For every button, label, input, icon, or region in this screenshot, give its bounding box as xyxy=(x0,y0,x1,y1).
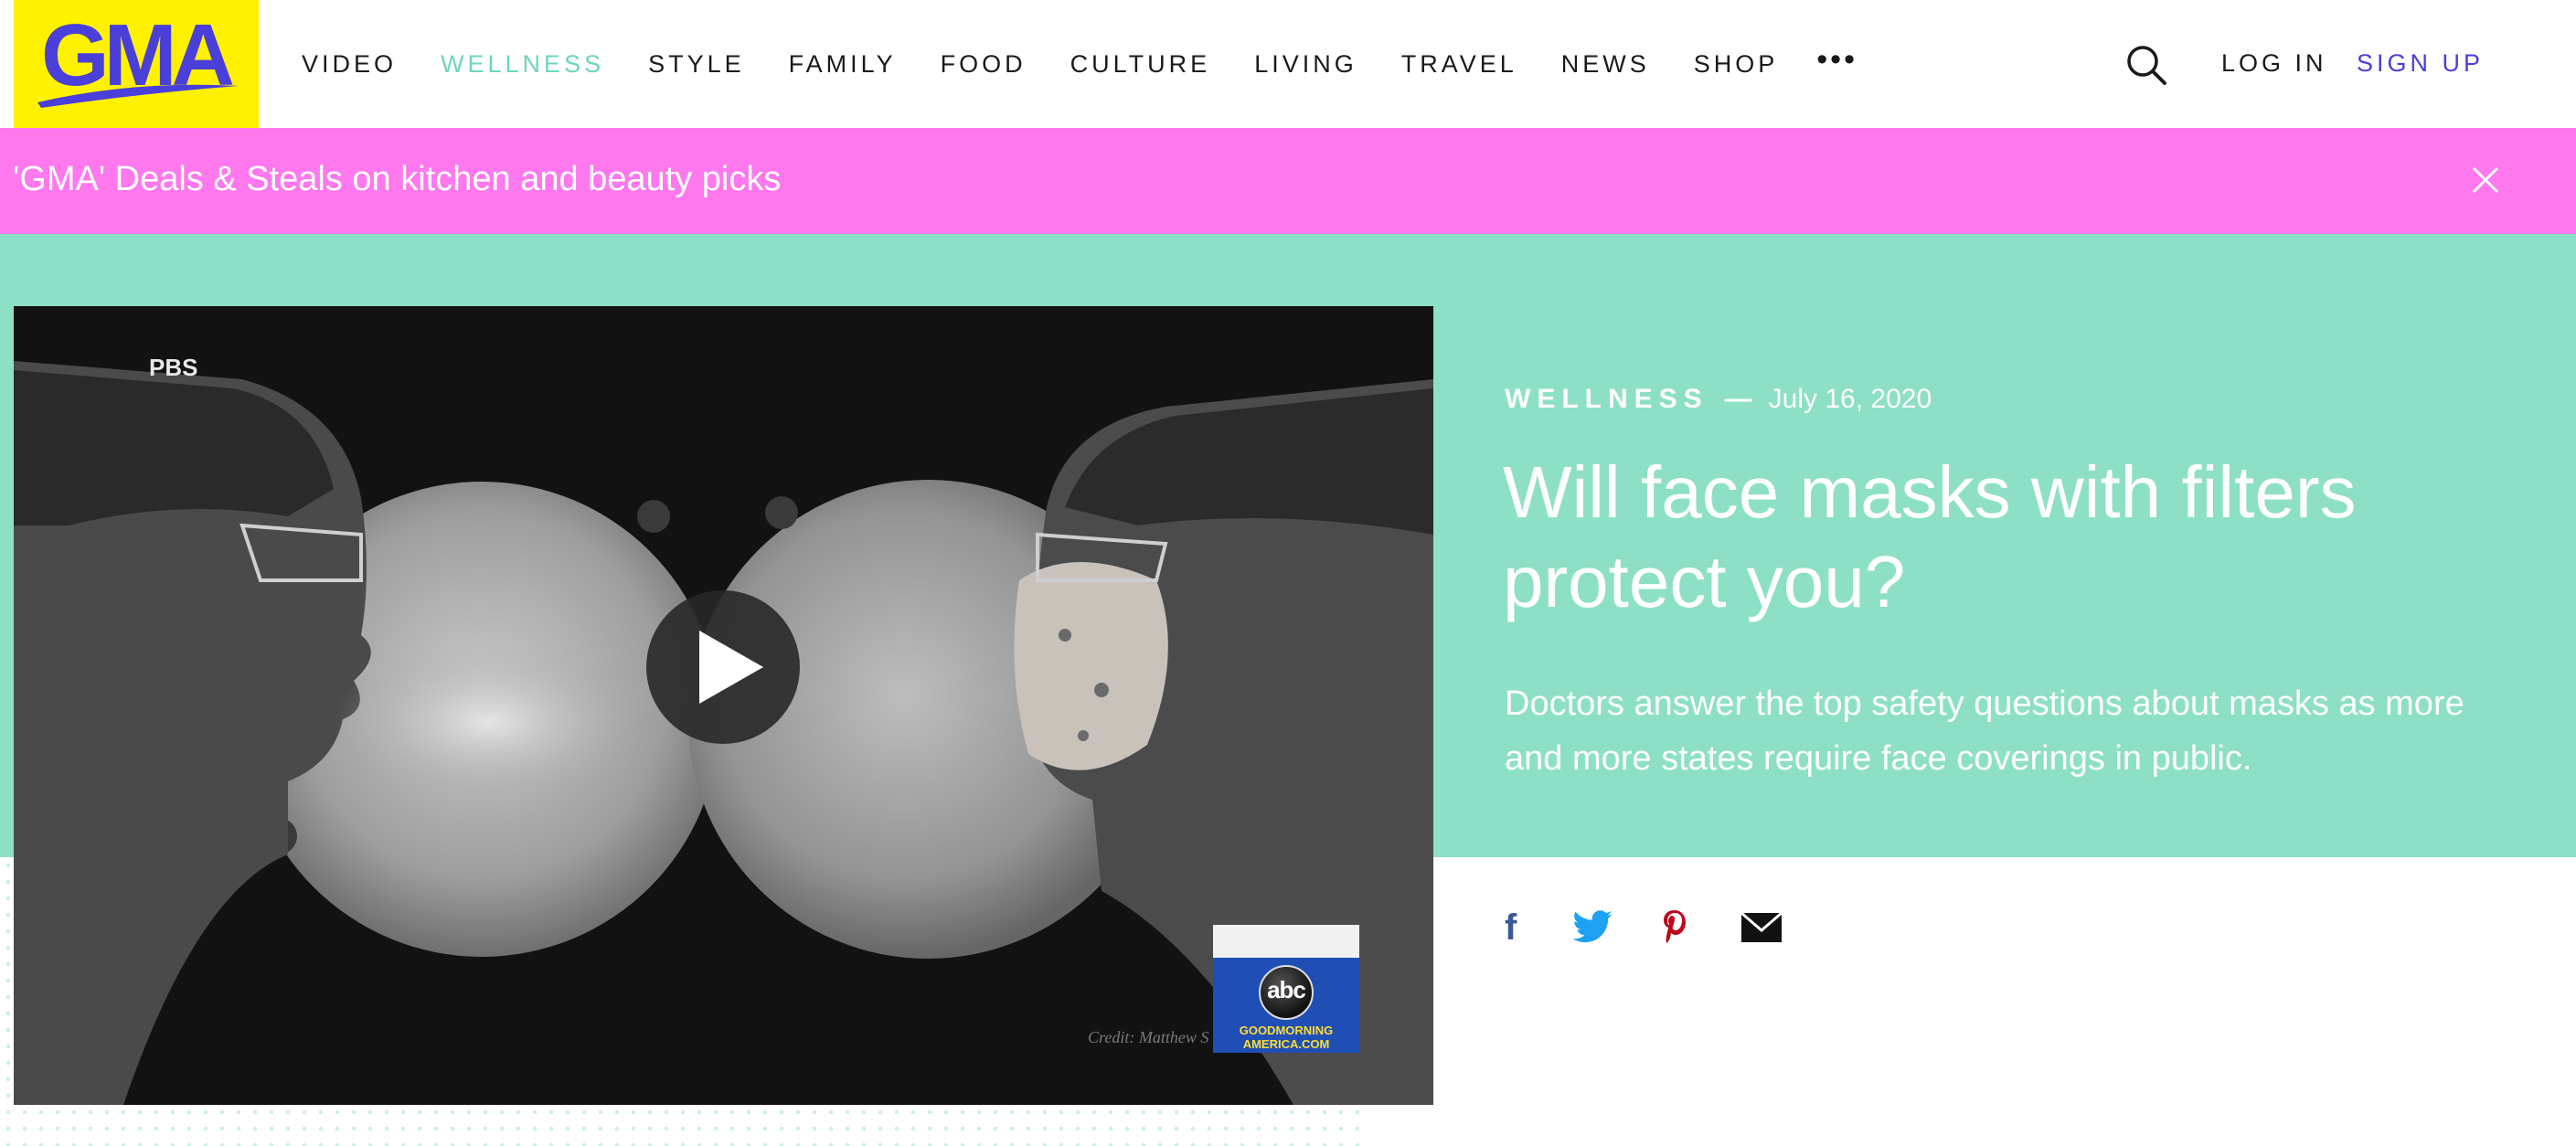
nav-item-living[interactable]: LIVING xyxy=(1254,50,1357,79)
nav-item-food[interactable]: FOOD xyxy=(941,50,1027,79)
nav-item-culture[interactable]: CULTURE xyxy=(1070,50,1211,79)
nav-item-wellness[interactable]: WELLNESS xyxy=(441,50,604,79)
play-icon xyxy=(699,631,763,704)
signup-link[interactable]: SIGN UP xyxy=(2357,49,2484,78)
nav-item-video[interactable]: VIDEO xyxy=(302,50,397,79)
pinterest-icon[interactable] xyxy=(1662,908,1687,947)
article-dek: Doctors answer the top safety questions … xyxy=(1505,684,2464,778)
article-meta: WELLNESS — July 16, 2020 xyxy=(1505,384,1932,415)
more-menu-icon[interactable]: ••• xyxy=(1816,44,1857,84)
promo-banner-link[interactable]: 'GMA' Deals & Steals on kitchen and beau… xyxy=(13,160,781,199)
nav-item-travel[interactable]: TRAVEL xyxy=(1401,50,1517,79)
login-link[interactable]: LOG IN xyxy=(2221,49,2327,78)
meta-separator: — xyxy=(1724,384,1752,414)
network-badge: abc GOODMORNING AMERICA.COM xyxy=(1213,925,1359,1053)
facebook-icon[interactable]: f xyxy=(1505,908,1517,947)
nav-item-family[interactable]: FAMILY xyxy=(789,50,897,79)
gma-logo[interactable]: GMA xyxy=(14,0,259,128)
video-credit: Credit: Matthew S xyxy=(1088,1028,1209,1046)
publish-date: July 16, 2020 xyxy=(1768,384,1932,414)
search-icon[interactable] xyxy=(2125,44,2167,86)
close-icon[interactable] xyxy=(2470,164,2501,196)
article-headline: Will face masks with filters protect you… xyxy=(1503,451,2357,622)
main-nav: VIDEO WELLNESS STYLE FAMILY FOOD CULTURE… xyxy=(302,0,1857,128)
nav-item-shop[interactable]: SHOP xyxy=(1694,50,1779,79)
twitter-icon[interactable] xyxy=(1572,910,1613,949)
promo-banner: 'GMA' Deals & Steals on kitchen and beau… xyxy=(0,128,2576,234)
network-caption: GOODMORNING AMERICA.COM xyxy=(1239,1024,1334,1051)
video-player[interactable]: PBS Credit: Matthew S abc GOODMORNING AM… xyxy=(14,306,1433,1105)
email-icon[interactable] xyxy=(1740,911,1783,950)
play-button[interactable] xyxy=(646,590,800,744)
abc-logo-text: abc xyxy=(1267,976,1306,1003)
video-source-label: PBS xyxy=(149,354,198,381)
nav-item-style[interactable]: STYLE xyxy=(648,50,745,79)
site-header: GMA VIDEO WELLNESS STYLE FAMILY FOOD CUL… xyxy=(0,0,2576,128)
nav-item-news[interactable]: NEWS xyxy=(1561,50,1650,79)
category-link[interactable]: WELLNESS xyxy=(1505,384,1708,415)
logo-swoosh-icon xyxy=(37,84,239,108)
badge-strip xyxy=(1213,925,1359,958)
